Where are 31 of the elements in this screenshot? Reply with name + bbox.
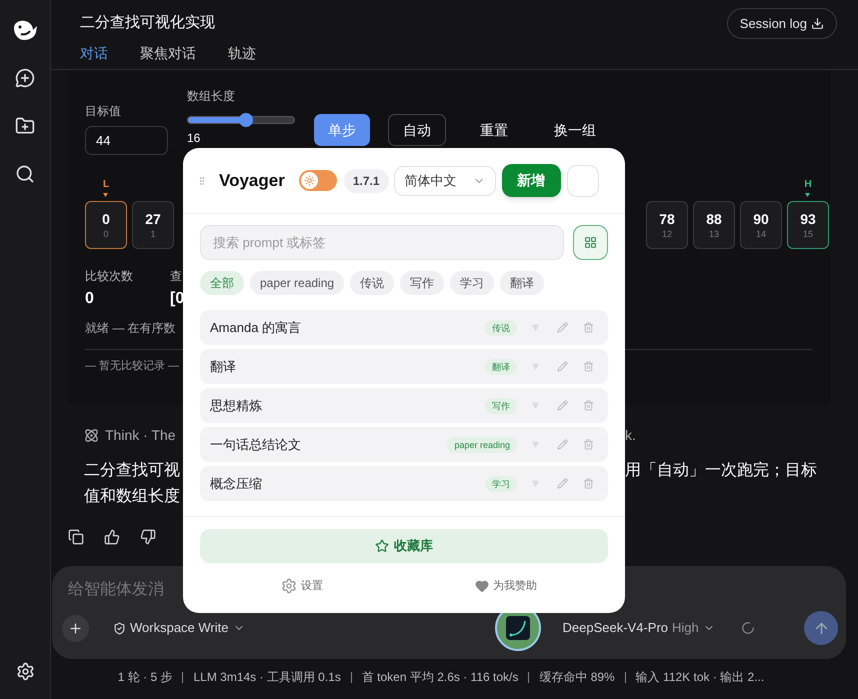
- status-item: 缓存命中 89%: [539, 669, 615, 686]
- pointer-label: H: [804, 180, 812, 190]
- version-badge: 1.7.1: [344, 168, 389, 192]
- empty-log-text: — 暂无比较记录 —: [85, 359, 180, 374]
- status-text: 就绪 — 在有序数: [85, 320, 176, 337]
- status-item: 首 token 平均 2.6s · 116 tok/s: [362, 669, 518, 686]
- field-label: 目标值: [85, 103, 122, 120]
- popup-title: Voyager: [219, 170, 285, 192]
- array-cell: 0 0: [85, 201, 127, 249]
- stat-label: 比较次数: [85, 268, 134, 285]
- think-label: k.: [625, 426, 636, 445]
- length-value: 16: [187, 131, 202, 145]
- effort-label: High: [672, 619, 699, 638]
- message-text: 用「自动」一次跑完；目标: [625, 460, 817, 481]
- stat-label: 查: [170, 268, 183, 285]
- page-title: 二分查找可视化实现: [80, 13, 216, 33]
- pointer-label: L: [102, 180, 110, 190]
- array-cell: 88 13: [693, 201, 735, 249]
- stat-value: [0: [170, 289, 184, 309]
- message-text: 值和数组长度: [84, 488, 180, 505]
- field-label: 数组长度: [187, 88, 236, 105]
- array-cell: 93 15: [787, 201, 829, 249]
- status-item: 输入 112K tok · 输出 2...: [636, 669, 764, 686]
- status-item: 1 轮 · 5 步: [118, 669, 172, 686]
- status-item: LLM 3m14s · 工具调用 0.1s: [193, 669, 341, 686]
- message-text: 二分查找可视: [84, 462, 180, 479]
- array-cell: 78 12: [646, 201, 688, 249]
- array-cell: 90 14: [740, 201, 782, 249]
- think-label: Think · The: [105, 426, 176, 445]
- array-cell: 27 1: [132, 201, 174, 249]
- stat-value: 0: [85, 289, 95, 309]
